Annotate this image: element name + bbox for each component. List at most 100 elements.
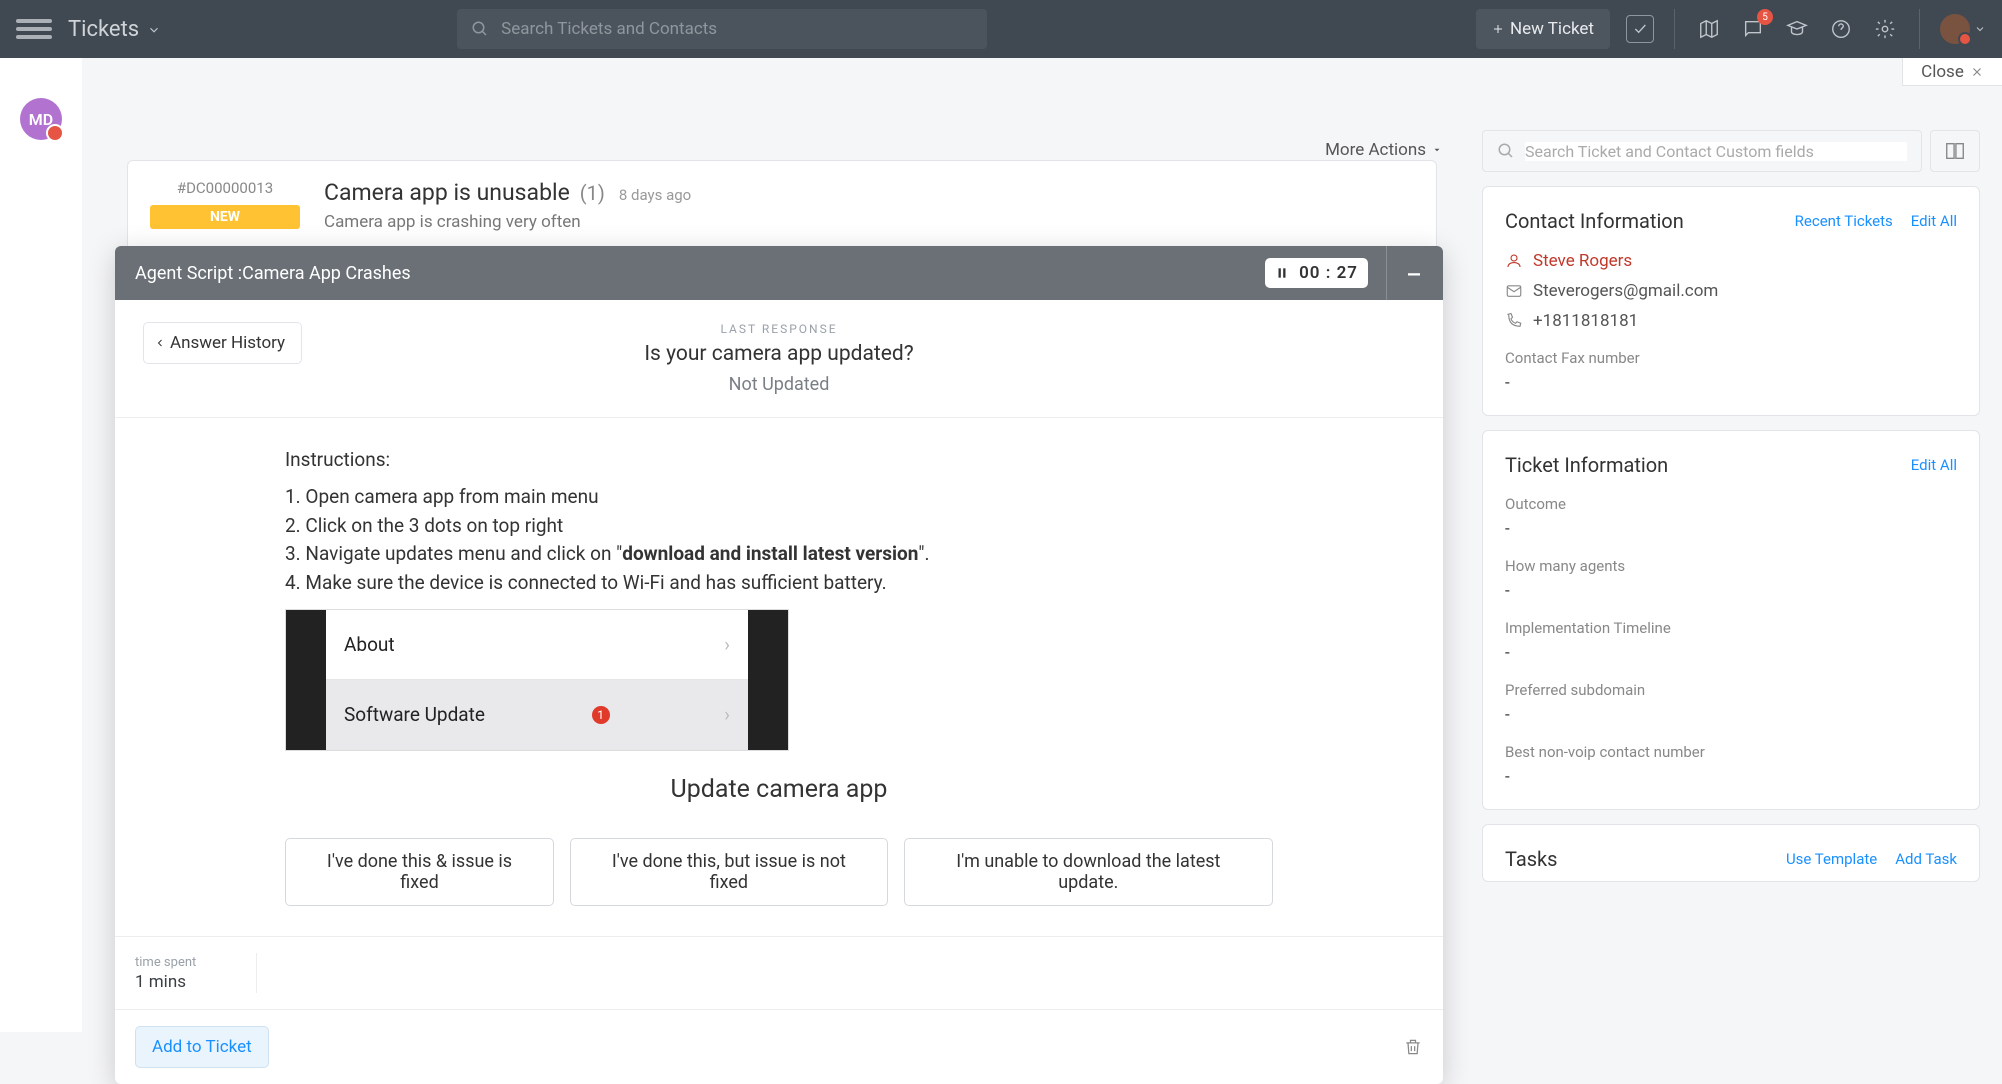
ticket-time: 8 days ago <box>619 186 691 204</box>
ticket-info-panel: Ticket Information Edit All Outcome- How… <box>1482 430 1980 810</box>
add-to-ticket-button[interactable]: Add to Ticket <box>135 1026 269 1068</box>
global-search[interactable] <box>457 9 987 49</box>
use-template-link[interactable]: Use Template <box>1786 850 1877 868</box>
notification-badge: 5 <box>1757 9 1773 25</box>
hamburger-icon[interactable] <box>16 11 52 47</box>
answer-history-button[interactable]: Answer History <box>143 322 302 364</box>
fax-label: Contact Fax number <box>1505 349 1957 367</box>
mail-icon <box>1505 282 1523 300</box>
avatar <box>1940 14 1970 44</box>
phone-frame-left <box>286 610 326 750</box>
help-icon[interactable] <box>1827 15 1855 43</box>
ticket-body: Camera app is unusable (1) 8 days ago Ca… <box>324 179 1414 232</box>
trash-icon <box>1403 1037 1423 1057</box>
fax-value: - <box>1505 373 1957 393</box>
chevron-down-icon <box>1974 23 1986 35</box>
ticket-id: #DC00000013 <box>177 179 273 197</box>
field-value: - <box>1505 643 1957 663</box>
map-icon[interactable] <box>1695 15 1723 43</box>
field-label: How many agents <box>1505 557 1957 575</box>
book-icon-button[interactable] <box>1930 130 1980 172</box>
step-text: 3. Navigate updates menu and click on " <box>285 542 622 565</box>
custom-fields-search-input[interactable] <box>1525 142 1907 161</box>
phone-row-about: About › <box>326 610 748 680</box>
phone-screenshot: About › Software Update 1 › <box>285 609 789 751</box>
more-actions-label: More Actions <box>1325 140 1426 160</box>
modal-header-prefix: Agent Script : <box>135 263 242 284</box>
instructions-title: Instructions: <box>285 448 1273 471</box>
timer-value: 00 : 27 <box>1299 263 1358 283</box>
more-actions-menu[interactable]: More Actions <box>1325 140 1442 160</box>
phone-icon <box>1505 312 1523 330</box>
topbar-title[interactable]: Tickets <box>68 17 161 42</box>
custom-fields-search[interactable] <box>1482 130 1922 172</box>
chevron-down-icon <box>147 23 161 37</box>
new-ticket-button[interactable]: New Ticket <box>1476 9 1610 49</box>
divider <box>1386 246 1387 300</box>
option-fixed-button[interactable]: I've done this & issue is fixed <box>285 838 554 906</box>
field-block: How many agents - <box>1505 557 1957 601</box>
chat-icon[interactable]: 5 <box>1739 15 1767 43</box>
field-label: Outcome <box>1505 495 1957 513</box>
field-block: Best non-voip contact number - <box>1505 743 1957 787</box>
top-bar: Tickets New Ticket 5 <box>0 0 2002 58</box>
ticket-subtitle: Camera app is crashing very often <box>324 212 1414 232</box>
contact-panel-title: Contact Information <box>1505 209 1684 233</box>
ticket-status-badge: NEW <box>150 205 300 229</box>
contact-name-row[interactable]: Steve Rogers <box>1505 251 1957 271</box>
ticket-card: #DC00000013 NEW Camera app is unusable (… <box>127 160 1437 251</box>
contact-email-row[interactable]: Steverogers@gmail.com <box>1505 281 1957 301</box>
graduation-icon[interactable] <box>1783 15 1811 43</box>
step-bold: download and install latest version <box>622 542 918 565</box>
last-response-answer: Not Updated <box>139 374 1419 395</box>
field-value: - <box>1505 767 1957 787</box>
field-label: Implementation Timeline <box>1505 619 1957 637</box>
field-block: Outcome- <box>1505 495 1957 539</box>
time-spent-block: time spent 1 mins <box>135 955 196 992</box>
delete-button[interactable] <box>1403 1037 1423 1058</box>
timer[interactable]: 00 : 27 <box>1265 258 1368 288</box>
phone-row-label: Software Update <box>344 703 485 726</box>
instruction-step: 2. Click on the 3 dots on top right <box>285 512 1273 541</box>
option-not-fixed-button[interactable]: I've done this, but issue is not fixed <box>570 838 888 906</box>
modal-header-name: Camera App Crashes <box>242 263 411 284</box>
global-search-input[interactable] <box>501 19 973 39</box>
profile-menu[interactable] <box>1940 14 1986 44</box>
contact-phone-row[interactable]: +1811818181 <box>1505 311 1957 331</box>
step-suffix: ". <box>918 542 929 565</box>
divider <box>256 953 257 993</box>
field-label: Best non-voip contact number <box>1505 743 1957 761</box>
field-block: Preferred subdomain- <box>1505 681 1957 725</box>
edit-all-link[interactable]: Edit All <box>1911 212 1957 230</box>
user-icon <box>1505 252 1523 270</box>
minimize-button[interactable] <box>1405 263 1423 284</box>
plus-icon <box>1492 23 1504 35</box>
answer-history-label: Answer History <box>170 333 285 353</box>
avatar-initials: MD <box>29 110 53 129</box>
contact-phone: +1811818181 <box>1533 311 1638 331</box>
instruction-step: 4. Make sure the device is connected to … <box>285 569 1273 598</box>
recent-tickets-link[interactable]: Recent Tickets <box>1795 212 1893 230</box>
contact-name: Steve Rogers <box>1533 251 1632 271</box>
option-unable-button[interactable]: I'm unable to download the latest update… <box>904 838 1273 906</box>
field-value: - <box>1505 581 1957 601</box>
chevron-right-icon: › <box>724 633 730 656</box>
last-response-label: LAST RESPONSE <box>139 322 1419 336</box>
step-title: Update camera app <box>285 775 1273 804</box>
divider <box>1674 9 1675 49</box>
custom-fields-search-row <box>1482 130 1980 172</box>
caret-down-icon <box>1432 145 1442 155</box>
time-spent-value: 1 mins <box>135 972 196 992</box>
check-icon[interactable] <box>1626 15 1654 43</box>
user-avatar[interactable]: MD <box>20 98 62 140</box>
edit-all-link[interactable]: Edit All <box>1911 456 1957 474</box>
search-icon <box>1497 142 1515 160</box>
phone-row-label: About <box>344 633 395 656</box>
add-task-link[interactable]: Add Task <box>1895 850 1957 868</box>
field-block: Implementation Timeline - <box>1505 619 1957 663</box>
gear-icon[interactable] <box>1871 15 1899 43</box>
last-response-section: Answer History LAST RESPONSE Is your cam… <box>115 300 1443 418</box>
phone-row-software-update: Software Update 1 › <box>326 680 748 750</box>
update-badge: 1 <box>592 706 610 724</box>
agent-script-modal: Agent Script : Camera App Crashes 00 : 2… <box>115 246 1443 1084</box>
